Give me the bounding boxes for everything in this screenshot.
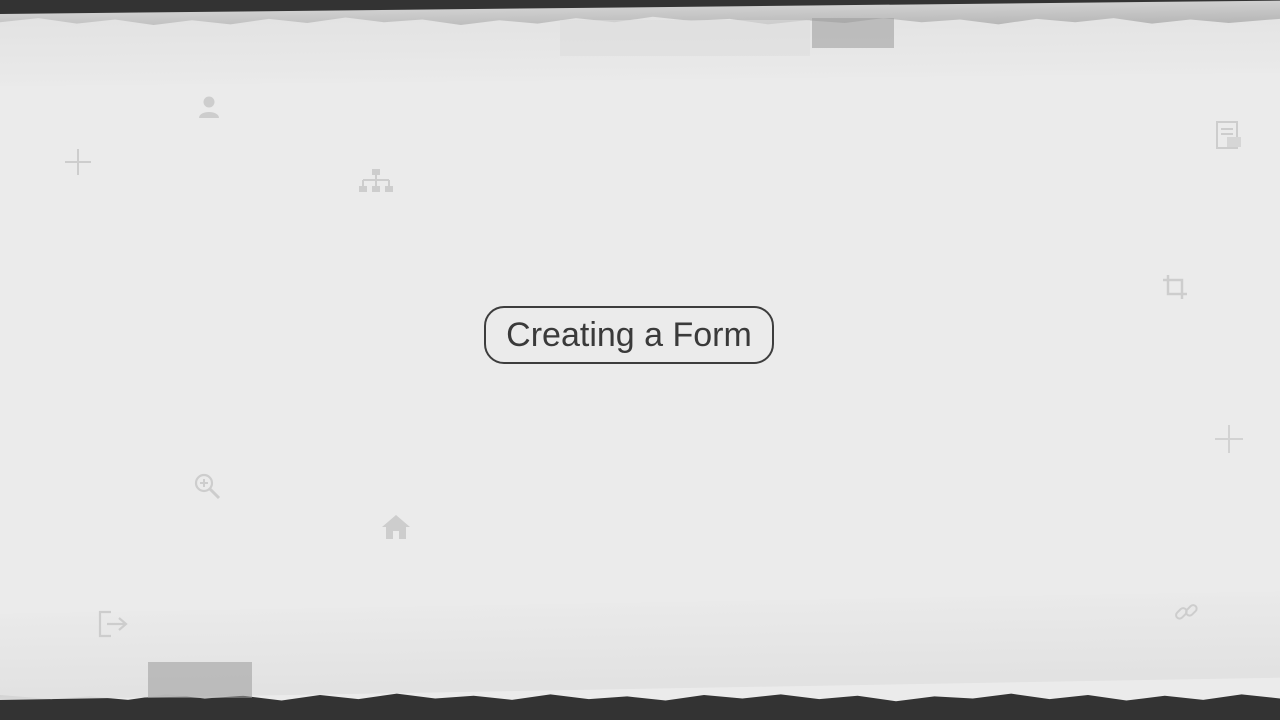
exit-icon — [97, 610, 129, 638]
title-badge: Creating a Form — [484, 306, 774, 364]
plus-icon — [1214, 424, 1244, 454]
tape-strip — [812, 18, 894, 48]
title-card: Creating a Form — [0, 0, 1280, 720]
tape-strip — [148, 662, 252, 698]
home-icon — [381, 514, 411, 540]
document-icon — [1215, 120, 1243, 150]
sitemap-icon — [359, 168, 393, 194]
link-icon — [1172, 598, 1200, 626]
crop-icon — [1162, 274, 1188, 300]
zoom-in-icon — [193, 472, 221, 500]
tape-strip — [560, 20, 810, 56]
plus-icon — [64, 148, 92, 176]
user-icon — [198, 95, 220, 119]
page-title: Creating a Form — [506, 315, 752, 354]
